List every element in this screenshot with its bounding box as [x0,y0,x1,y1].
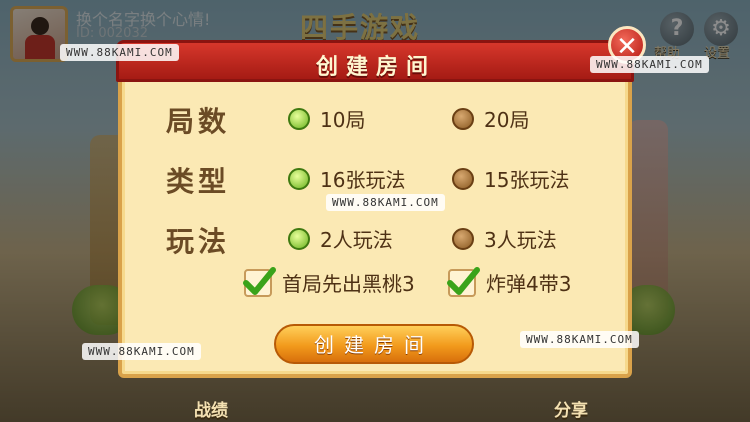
radio-selected-icon[interactable] [288,227,310,250]
option-16-cards[interactable]: 16张玩法 [288,164,405,193]
dialog-title: 创建房间 [315,55,436,80]
option-10-rounds[interactable]: 10局 [288,104,365,133]
radio-selected-icon[interactable] [288,107,310,130]
option-label: 20局 [484,108,530,132]
radio-unselected-icon[interactable] [452,227,474,250]
option-label: 10局 [320,108,366,132]
checkbox-checked-icon[interactable] [447,266,480,297]
option-label: 15张玩法 [484,168,570,192]
check-first-spade-3[interactable]: 首局先出黑桃3 [243,266,415,297]
option-label: 3人玩法 [484,228,557,252]
radio-unselected-icon[interactable] [452,167,474,190]
option-15-cards[interactable]: 15张玩法 [452,164,569,193]
create-room-button[interactable]: 创建房间 [274,324,474,364]
radio-unselected-icon[interactable] [452,107,474,130]
watermark: WWW.88KAMI.COM [60,44,179,61]
option-label: 2人玩法 [320,228,393,252]
watermark: WWW.88KAMI.COM [82,343,201,360]
option-label: 16张玩法 [320,168,406,192]
check-label: 首局先出黑桃3 [282,272,415,296]
check-bomb-4-with-3[interactable]: 炸弹4带3 [447,266,572,297]
type-label: 类型 [166,165,231,198]
radio-selected-icon[interactable] [288,167,310,190]
watermark: WWW.88KAMI.COM [326,194,445,211]
watermark: WWW.88KAMI.COM [520,331,639,348]
rounds-label: 局数 [166,105,231,138]
dialog-header: 创建房间 [116,40,634,82]
checkbox-checked-icon[interactable] [243,266,276,297]
mode-label: 玩法 [166,225,231,258]
check-label: 炸弹4带3 [486,272,572,296]
nav-share-label[interactable]: 分享 [554,396,588,421]
watermark: WWW.88KAMI.COM [590,56,709,73]
option-20-rounds[interactable]: 20局 [452,104,529,133]
option-3-players[interactable]: 3人玩法 [452,224,557,253]
option-2-players[interactable]: 2人玩法 [288,224,393,253]
nav-record-label[interactable]: 战绩 [194,396,228,421]
